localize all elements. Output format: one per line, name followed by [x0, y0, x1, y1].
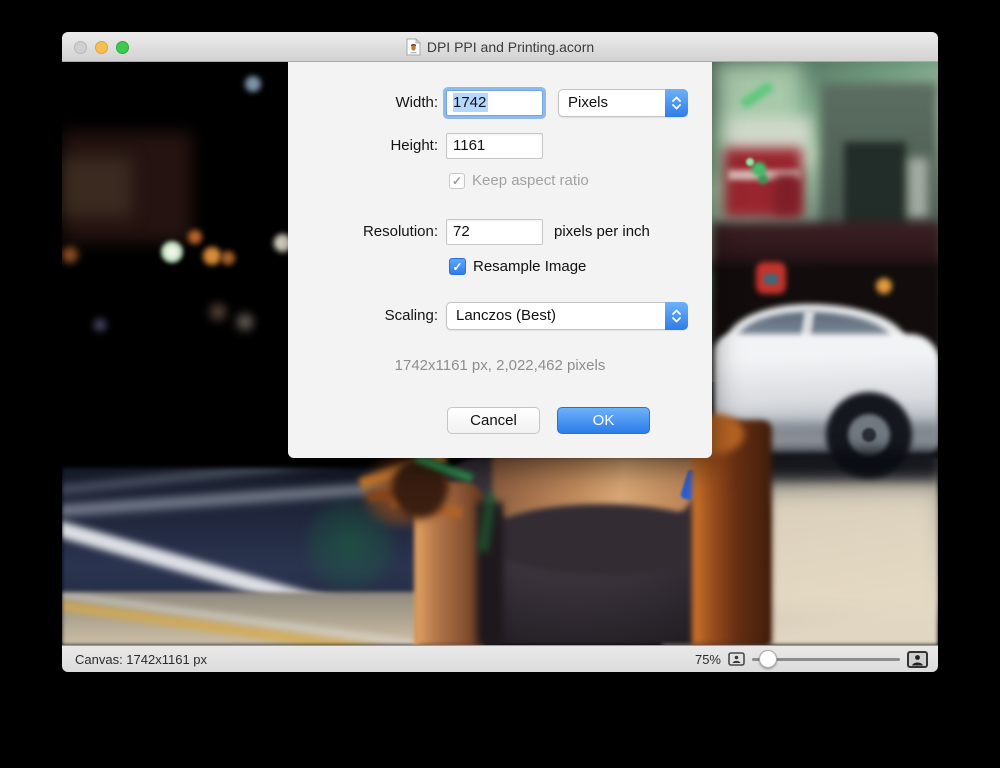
close-button[interactable]: [74, 41, 87, 54]
zoom-in-image-icon: [907, 651, 928, 668]
scaling-label: Scaling:: [288, 303, 438, 329]
document-acorn-icon: [406, 38, 421, 56]
status-bar: Canvas: 1742x1161 px 75%: [62, 645, 938, 672]
ok-button[interactable]: OK: [557, 407, 650, 434]
height-value: 1161: [453, 137, 485, 154]
zoom-slider-knob[interactable]: [759, 650, 777, 668]
zoom-slider[interactable]: [752, 649, 900, 669]
width-label: Width:: [288, 90, 438, 116]
title-bar: DPI PPI and Printing.acorn: [62, 32, 938, 62]
minimize-button[interactable]: [95, 41, 108, 54]
resolution-value: 72: [453, 223, 470, 240]
cancel-button[interactable]: Cancel: [447, 407, 540, 434]
bokeh-light: [237, 314, 253, 330]
bokeh-light: [94, 319, 106, 331]
app-window: DPI PPI and Printing.acorn Width: 1742 P…: [62, 32, 938, 672]
resample-label: Resample Image: [473, 258, 586, 276]
pixel-info-text: 1742x1161 px, 2,022,462 pixels: [288, 357, 712, 374]
width-input[interactable]: 1742: [446, 90, 543, 116]
height-label: Height:: [288, 133, 438, 159]
keep-aspect-label: Keep aspect ratio: [472, 172, 589, 190]
check-icon: ✓: [452, 260, 462, 274]
resolution-label: Resolution:: [288, 219, 438, 245]
bokeh-light: [161, 241, 183, 263]
car-hub-center: [862, 428, 876, 442]
width-value: 1742: [453, 93, 488, 112]
bokeh-light: [62, 247, 78, 263]
check-icon: ✓: [452, 174, 462, 188]
scaling-value: Lanczos (Best): [456, 307, 556, 324]
bokeh-light: [203, 247, 221, 265]
zoom-out-image-icon: [728, 652, 745, 666]
resolution-input[interactable]: 72: [446, 219, 543, 245]
keep-aspect-checkbox[interactable]: ✓: [449, 173, 465, 189]
bokeh-light: [245, 76, 261, 92]
units-dropdown[interactable]: Pixels: [558, 89, 688, 117]
resize-dialog: Width: 1742 Pixels Height: 1161 ✓ Keep a…: [288, 62, 712, 458]
units-value: Pixels: [568, 94, 608, 111]
bokeh-light: [210, 304, 226, 320]
traffic-lights: [74, 32, 129, 62]
chevron-up-down-icon: [665, 89, 688, 117]
photo-shape: [62, 157, 132, 217]
bokeh-light: [221, 251, 235, 265]
canvas-size-text: Canvas: 1742x1161 px: [75, 652, 207, 667]
window-title: DPI PPI and Printing.acorn: [427, 39, 594, 55]
bokeh-light: [188, 230, 202, 244]
resolution-unit-label: pixels per inch: [554, 223, 650, 241]
street-sun-patch: [762, 492, 938, 612]
scaling-dropdown[interactable]: Lanczos (Best): [446, 302, 688, 330]
zoom-button[interactable]: [116, 41, 129, 54]
height-input[interactable]: 1161: [446, 133, 543, 159]
chevron-up-down-icon: [665, 302, 688, 330]
zoom-percent-text: 75%: [695, 652, 721, 667]
resample-checkbox[interactable]: ✓: [449, 258, 466, 275]
woman-neckline: [482, 504, 722, 574]
